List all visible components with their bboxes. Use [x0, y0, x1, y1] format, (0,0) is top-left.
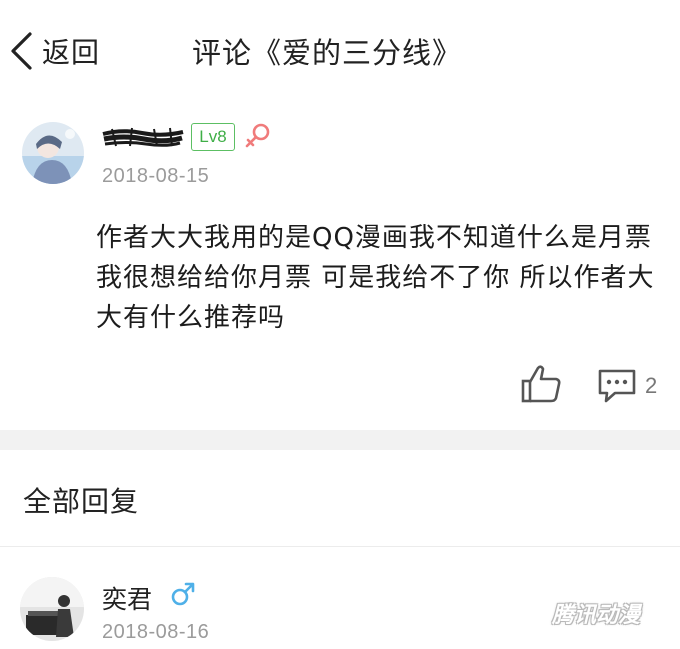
comment-bubble-icon — [598, 369, 636, 403]
female-icon — [244, 122, 272, 154]
thumbs-up-icon — [521, 365, 561, 403]
avatar[interactable] — [22, 122, 84, 184]
comment-text: 作者大大我用的是QQ漫画我不知道什么是月票 我很想给给你月票 可是我给不了你 所… — [96, 223, 655, 333]
nav-bar: 返回 评论《爱的三分线》 — [0, 0, 680, 100]
all-replies-heading: 全部回复 — [23, 485, 140, 518]
back-label: 返回 — [42, 36, 101, 69]
like-button[interactable] — [520, 364, 562, 408]
reply-date: 2018-08-16 — [102, 621, 210, 643]
chevron-left-icon — [8, 31, 34, 71]
username-redacted[interactable] — [102, 126, 184, 148]
reply-count: 2 — [645, 373, 658, 398]
section-divider — [0, 430, 680, 450]
watermark: 腾讯动漫 — [552, 603, 641, 628]
reply-username[interactable]: 奕君 — [102, 580, 152, 616]
page-title: 评论《爱的三分线》 — [192, 36, 463, 70]
level-badge: Lv8 — [191, 123, 235, 151]
male-icon — [170, 581, 196, 611]
avatar[interactable] — [20, 577, 84, 641]
back-button[interactable]: 返回 — [8, 28, 100, 74]
reply-count-button[interactable]: 2 — [597, 368, 657, 404]
post-date: 2018-08-15 — [102, 165, 210, 187]
comment-card: Lv8 2018-08-15 作者大大我用的是QQ漫画我不知道什么是月票 我很想… — [0, 100, 680, 430]
